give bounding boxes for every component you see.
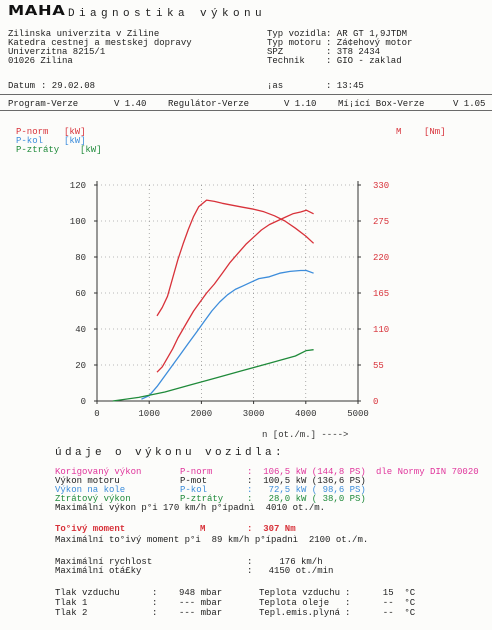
oil-temp-value: : -- °C	[345, 598, 416, 608]
x-tick-label: 1000	[138, 409, 160, 419]
pressure-1-label: Tlak 1	[55, 598, 88, 608]
technician-label: Technik	[267, 56, 305, 66]
y2-tick-label: 330	[373, 181, 389, 191]
divider	[0, 94, 492, 95]
program-version-value: V 1.40	[114, 99, 147, 109]
pressure-1-value: : --- mbar	[152, 598, 223, 608]
page-title: Diagnostika výkonu	[68, 8, 267, 20]
air-pressure-value: : 948 mbar	[152, 588, 223, 598]
y2-tick-label: 275	[373, 217, 389, 227]
divider	[0, 110, 492, 111]
pressure-2-value: : --- mbar	[152, 608, 223, 618]
series-line-p-norm	[156, 209, 314, 373]
legend-torque-name: M	[396, 127, 402, 137]
max-torque-line: Maximální to°ivý moment p°i 89 km/h p°íp…	[55, 535, 369, 545]
torque-code: M	[200, 524, 206, 534]
max-rpm-label: Maximální otá£ky	[55, 566, 142, 576]
box-version-label: Mí¡ící Box-Verze	[338, 99, 425, 109]
y-tick-label: 40	[75, 325, 86, 335]
legend-torque-unit: [Nm]	[424, 127, 446, 137]
regulator-version-value: V 1.10	[284, 99, 317, 109]
legend-p-ztraty-name: P-ztráty	[16, 145, 60, 155]
series-line-p-kol	[141, 269, 314, 400]
y2-tick-label: 165	[373, 289, 389, 299]
maha-logo: MAHA	[8, 4, 66, 19]
results-title: údaje o výkonu vozidla:	[55, 447, 286, 459]
date-label: Datum	[8, 81, 36, 91]
y2-tick-label: 220	[373, 253, 389, 263]
y-tick-label: 20	[75, 361, 86, 371]
pressure-2-label: Tlak 2	[55, 608, 88, 618]
power-torque-chart: 0 20 40 60 80 100 120 0 55 110 165 220 275 330 0 1000 20…	[70, 181, 389, 440]
y-tick-label: 80	[75, 253, 86, 263]
technician-value: : GIO - zaklad	[326, 56, 402, 66]
x-axis-label: n [ot./m.] ---->	[262, 430, 348, 440]
box-version-value: V 1.05	[453, 99, 486, 109]
air-temp-label: Teplota vzduchu	[259, 588, 341, 598]
oil-temp-label: Teplota oleje	[259, 598, 330, 608]
y-tick-label: 60	[75, 289, 86, 299]
x-tick-label: 0	[94, 409, 99, 419]
corrected-power-note: dle Normy DIN 70020	[376, 467, 479, 477]
series-line-p-ztraty	[112, 349, 314, 402]
x-tick-label: 5000	[347, 409, 369, 419]
time-value: : 13:45	[326, 81, 364, 91]
torque-value: : 307 Nm	[247, 524, 296, 534]
exhaust-temp-label: Tepl.emis.plyná	[259, 608, 341, 618]
date-value: : 29.02.08	[41, 81, 96, 91]
x-tick-label: 4000	[295, 409, 317, 419]
y-tick-label: 120	[70, 181, 86, 191]
max-rpm-value: : 4150 ot./min	[247, 566, 334, 576]
program-version-label: Program-Verze	[8, 99, 79, 109]
x-tick-label: 2000	[191, 409, 213, 419]
x-tick-label: 3000	[243, 409, 265, 419]
max-power-line: Maximální výkon p°i 170 km/h p°ípadnì 40…	[55, 503, 326, 513]
y2-tick-label: 0	[373, 397, 378, 407]
y2-tick-label: 110	[373, 325, 389, 335]
torque-label: To°ivý moment	[55, 524, 126, 534]
air-temp-value: : 15 °C	[345, 588, 416, 598]
y-tick-label: 100	[70, 217, 86, 227]
series-line-m	[156, 199, 315, 317]
legend-p-ztraty-unit: [kW]	[80, 145, 102, 155]
exhaust-temp-value: : -- °C	[345, 608, 416, 618]
y-tick-label: 0	[81, 397, 86, 407]
regulator-version-label: Regulátor-Verze	[168, 99, 250, 109]
time-label: ¡as	[267, 81, 284, 91]
address-line: 01026 Zilina	[8, 56, 73, 66]
air-pressure-label: Tlak vzduchu	[55, 588, 120, 598]
y2-tick-label: 55	[373, 361, 384, 371]
